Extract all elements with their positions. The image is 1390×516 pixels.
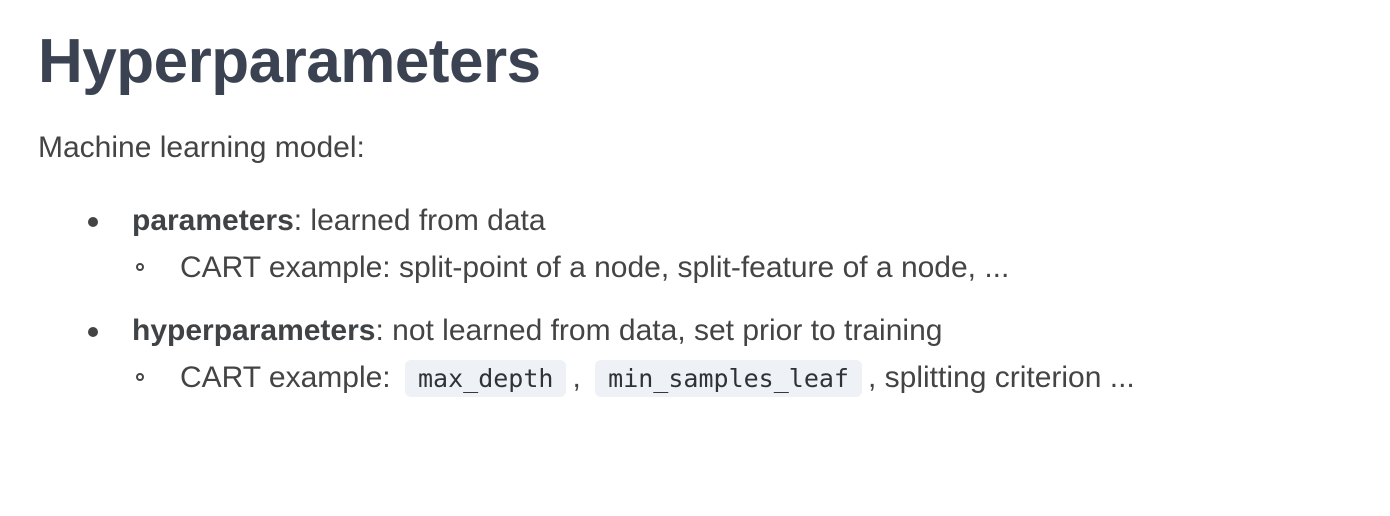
- code-separator: ,: [572, 361, 581, 394]
- sub-list: CART example: max_depth, min_samples_lea…: [132, 354, 1390, 403]
- list-item-parameters: parameters: learned from data CART examp…: [38, 198, 1390, 292]
- bullet-circle-icon: [136, 373, 144, 381]
- bullet-disc-icon: [88, 217, 98, 227]
- example-suffix: , splitting criterion ...: [867, 361, 1135, 394]
- bullet-disc-icon: [88, 327, 98, 337]
- code-min-samples-leaf: min_samples_leaf: [595, 360, 862, 397]
- bullet-circle-icon: [136, 263, 144, 271]
- list-item-hyperparameters: hyperparameters: not learned from data, …: [38, 308, 1390, 403]
- intro-text: Machine learning model:: [38, 131, 365, 164]
- example-prefix: CART example:: [180, 361, 391, 394]
- sub-item-hyperparameters-example: CART example: max_depth, min_samples_lea…: [132, 354, 1390, 403]
- example-text: CART example: split-point of a node, spl…: [180, 251, 1010, 284]
- bullet-list: parameters: learned from data CART examp…: [38, 198, 1390, 403]
- description-parameters: : learned from data: [293, 204, 546, 237]
- term-hyperparameters: hyperparameters: [132, 314, 376, 347]
- description-hyperparameters: : not learned from data, set prior to tr…: [375, 314, 943, 347]
- page-title: Hyperparameters: [38, 27, 541, 96]
- sub-item-parameters-example: CART example: split-point of a node, spl…: [132, 244, 1390, 292]
- slide: Hyperparameters Machine learning model: …: [0, 0, 1390, 516]
- code-max-depth: max_depth: [405, 360, 567, 397]
- term-parameters: parameters: [132, 204, 294, 237]
- sub-list: CART example: split-point of a node, spl…: [132, 244, 1390, 292]
